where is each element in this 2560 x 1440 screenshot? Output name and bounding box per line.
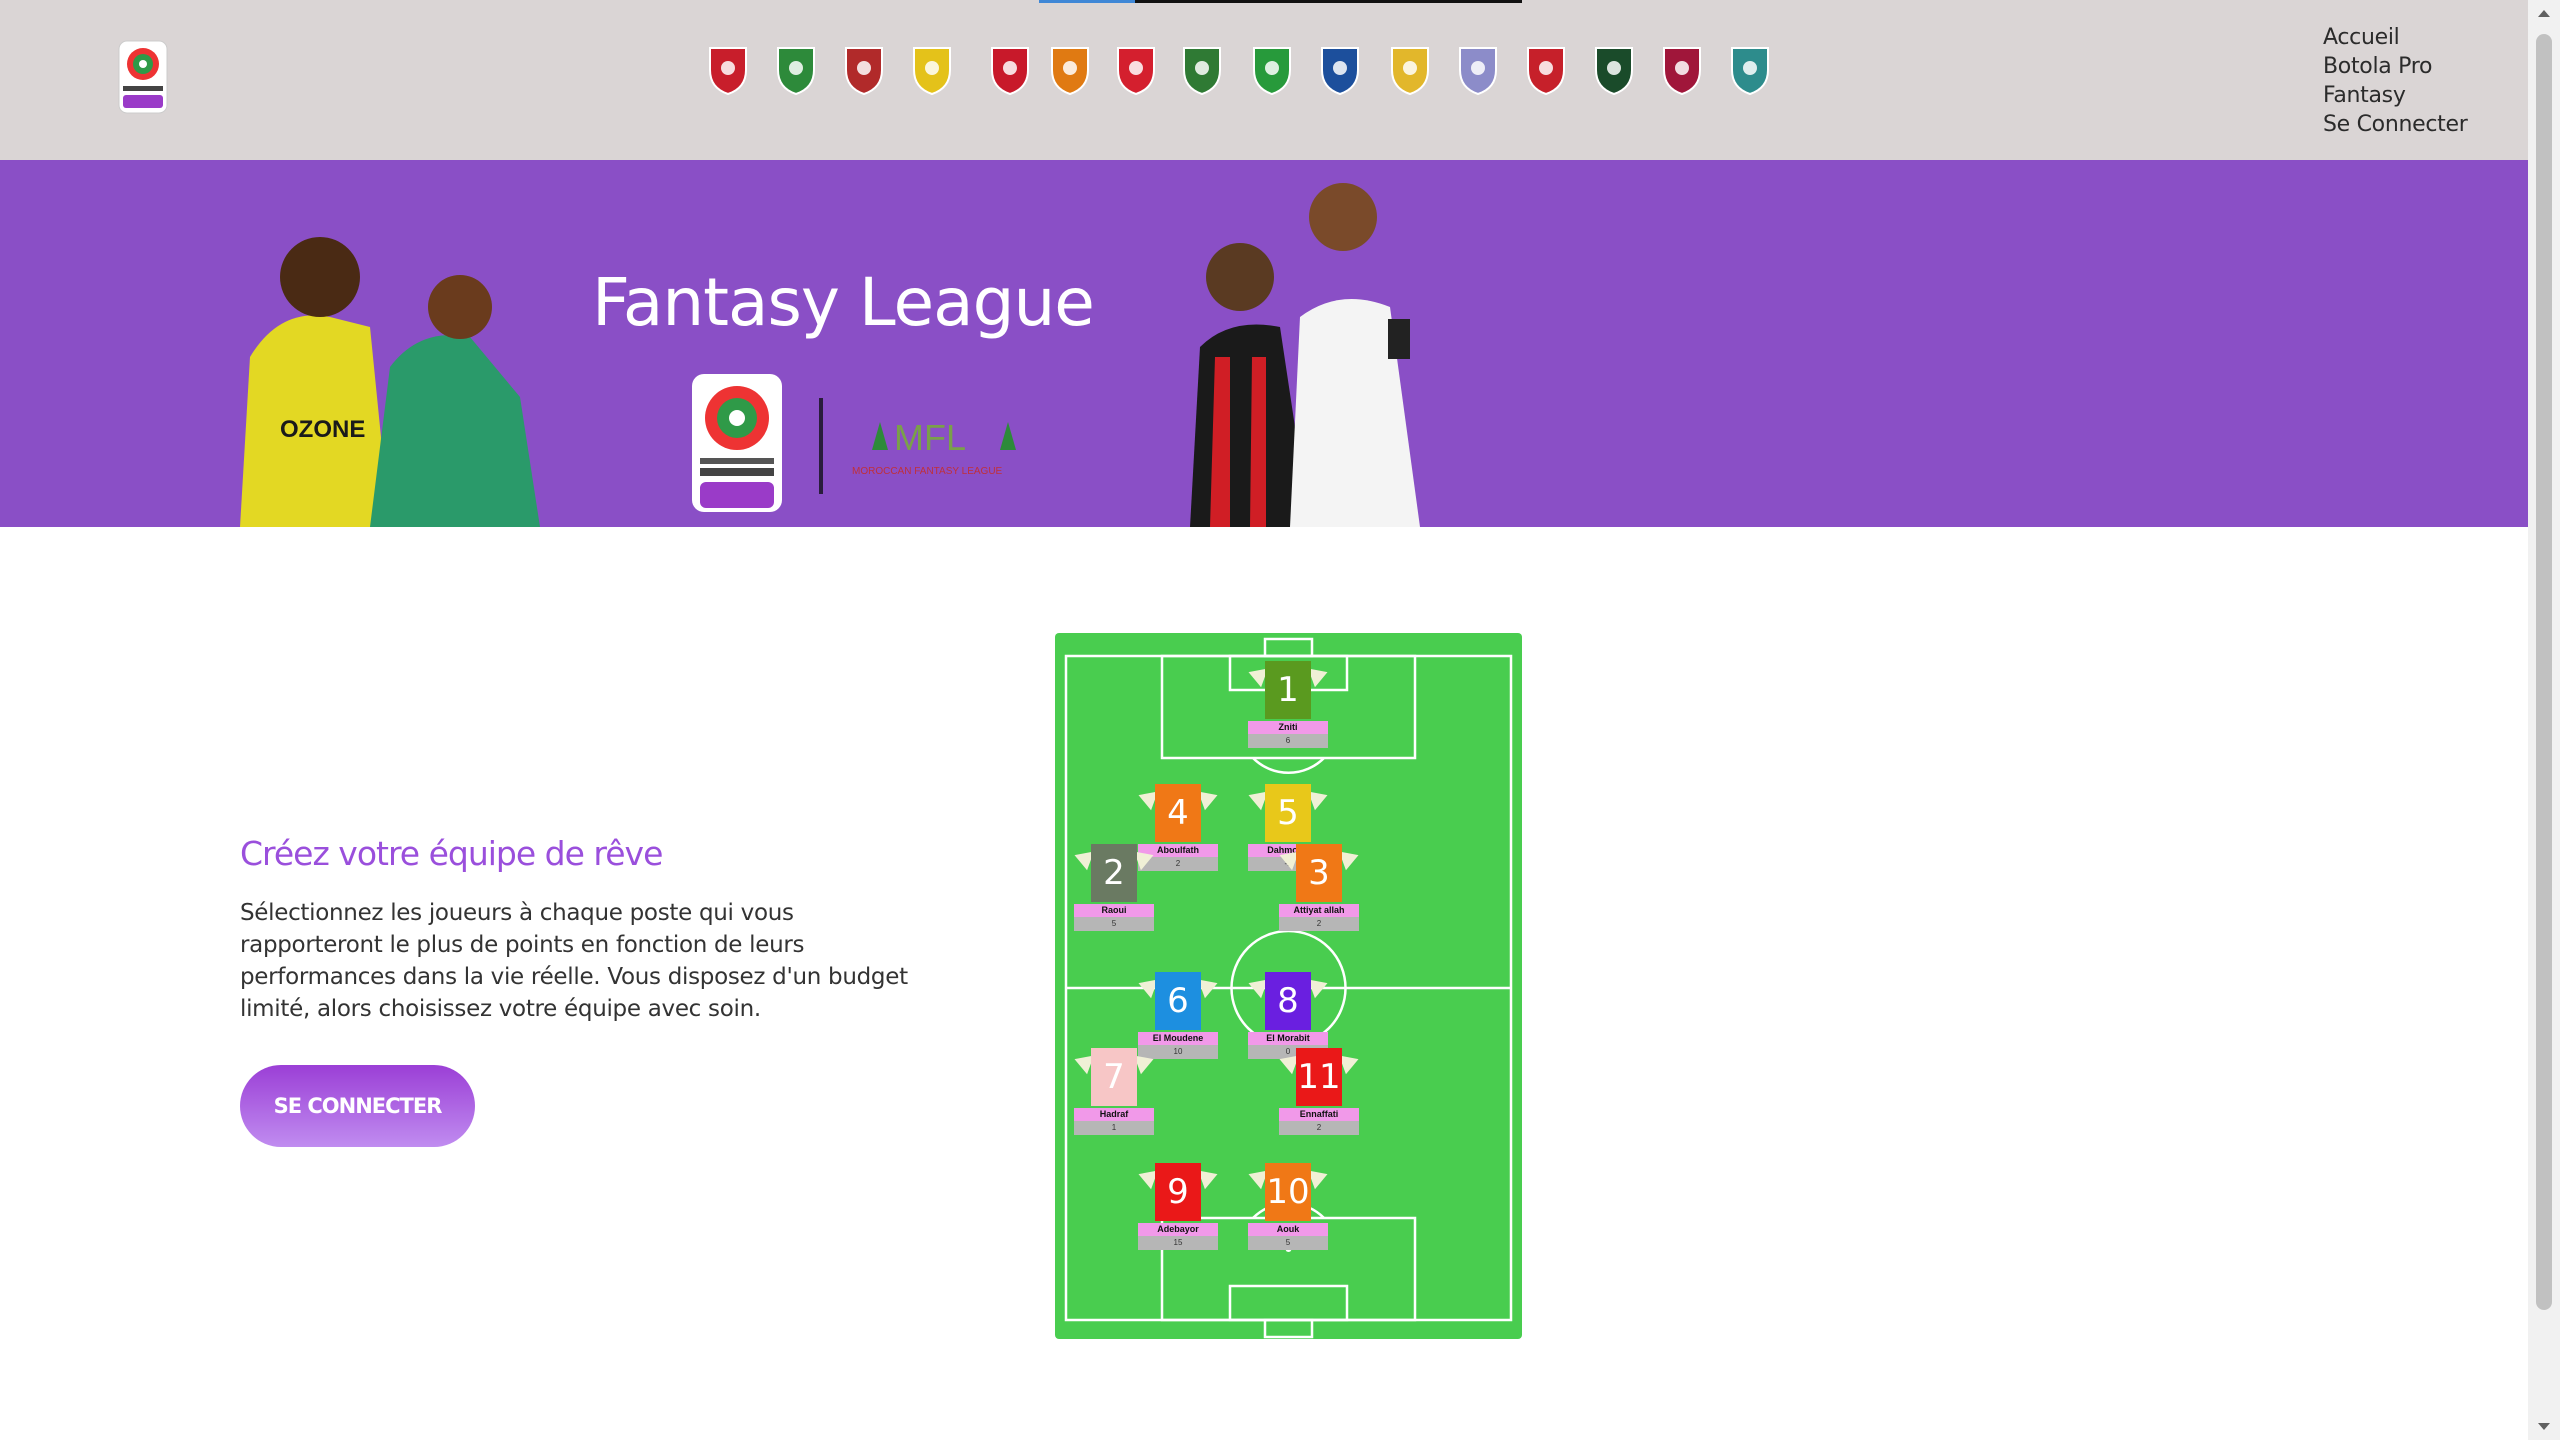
- hero-divider: [819, 398, 823, 494]
- svg-text:OZONE: OZONE: [280, 416, 365, 443]
- hero-title: Fantasy League: [592, 264, 1095, 341]
- jersey-icon[interactable]: 5: [1244, 784, 1332, 842]
- mfl-logo-text: MFL: [894, 417, 966, 458]
- player-points: 15: [1138, 1236, 1218, 1250]
- jersey-icon[interactable]: 3: [1275, 844, 1363, 902]
- scroll-down-icon[interactable]: [2538, 1423, 2550, 1430]
- jersey-number: 2: [1091, 844, 1137, 902]
- nav-se-connecter[interactable]: Se Connecter: [2323, 110, 2468, 139]
- hero-banner: OZONE Fantasy League MFL MOROCCAN FANTAS…: [0, 160, 2528, 527]
- player-name: Zniti: [1248, 721, 1328, 734]
- jersey-icon[interactable]: 4: [1134, 784, 1222, 842]
- main-nav: Accueil Botola Pro Fantasy Se Connecter: [2323, 23, 2468, 139]
- jersey-icon[interactable]: 11: [1275, 1048, 1363, 1106]
- raja-crest-icon[interactable]: [774, 44, 818, 96]
- player-name: Attiyat allah: [1279, 904, 1359, 917]
- section-subtitle: Créez votre équipe de rêve: [240, 834, 663, 873]
- player-name: Ennaffati: [1279, 1108, 1359, 1121]
- far-rabat-crest-icon[interactable]: [1180, 44, 1224, 96]
- player-card[interactable]: 3 Attiyat allah 2: [1275, 844, 1363, 931]
- player-card[interactable]: 9 Adebayor 15: [1134, 1163, 1222, 1250]
- jersey-number: 3: [1296, 844, 1342, 902]
- mfl-logo: MFL MOROCCAN FANTASY LEAGUE: [852, 417, 1016, 477]
- olympic-khouribga-crest-icon[interactable]: [1728, 44, 1772, 96]
- player-card[interactable]: 7 Hadraf 1: [1070, 1048, 1158, 1135]
- player-name: Raoui: [1074, 904, 1154, 917]
- player-card[interactable]: 8 El Morabit 0: [1244, 972, 1332, 1059]
- botola-pro-inwi-logo-icon[interactable]: [118, 40, 168, 114]
- player-points: 5: [1074, 917, 1154, 931]
- jss-crest-icon[interactable]: [1592, 44, 1636, 96]
- player-card[interactable]: 10 Aouk 5: [1244, 1163, 1332, 1250]
- jersey-icon[interactable]: 6: [1134, 972, 1222, 1030]
- player-name: Hadraf: [1074, 1108, 1154, 1121]
- chabab-mohammedia-crest-icon[interactable]: [1660, 44, 1704, 96]
- jersey-icon[interactable]: 1: [1244, 661, 1332, 719]
- mfl-logo-subtitle: MOROCCAN FANTASY LEAGUE: [852, 466, 1003, 477]
- player-points: 6: [1248, 734, 1328, 748]
- player-name: El Morabit: [1248, 1032, 1328, 1045]
- jersey-number: 7: [1091, 1048, 1137, 1106]
- jersey-number: 4: [1155, 784, 1201, 842]
- player-card[interactable]: 1 Zniti 6: [1244, 661, 1332, 748]
- player-points: 1: [1074, 1121, 1154, 1135]
- botola-pro-inwi-large-logo-icon: [692, 374, 782, 512]
- nav-accueil[interactable]: Accueil: [2323, 23, 2467, 52]
- jersey-icon[interactable]: 9: [1134, 1163, 1222, 1221]
- wydad-crest-icon[interactable]: [706, 44, 750, 96]
- maghreb-fes-crest-icon[interactable]: [910, 44, 954, 96]
- moghreb-tetouan-crest-icon[interactable]: [1456, 44, 1500, 96]
- player-card[interactable]: 6 El Moudene 10: [1134, 972, 1222, 1059]
- section-description: Sélectionnez les joueurs à chaque poste …: [240, 900, 908, 1022]
- jersey-icon[interactable]: 2: [1070, 844, 1158, 902]
- jersey-number: 8: [1265, 972, 1311, 1030]
- top-progress-indicator: [1039, 0, 1135, 3]
- player-points: 2: [1279, 917, 1359, 931]
- fus-rabat-red-crest-icon[interactable]: [988, 44, 1032, 96]
- jersey-number: 10: [1265, 1163, 1311, 1221]
- jersey-number: 5: [1265, 784, 1311, 842]
- nav-botola-pro[interactable]: Botola Pro: [2323, 52, 2467, 81]
- hassania-agadir-crest-icon[interactable]: [1524, 44, 1568, 96]
- renaissance-berkane-crest-icon[interactable]: [1048, 44, 1092, 96]
- jersey-number: 6: [1155, 972, 1201, 1030]
- top-header: Accueil Botola Pro Fantasy Se Connecter: [0, 0, 2528, 160]
- player-name: El Moudene: [1138, 1032, 1218, 1045]
- jersey-icon[interactable]: 8: [1244, 972, 1332, 1030]
- player-name: Adebayor: [1138, 1223, 1218, 1236]
- page-scrollbar[interactable]: [2528, 0, 2560, 1440]
- player-card[interactable]: 2 Raoui 5: [1070, 844, 1158, 931]
- player-points: 2: [1279, 1121, 1359, 1135]
- scroll-up-icon[interactable]: [2538, 10, 2550, 17]
- olympique-safi-crest-icon[interactable]: [842, 44, 886, 96]
- player-points: 5: [1248, 1236, 1328, 1250]
- scrollbar-thumb[interactable]: [2536, 34, 2552, 1310]
- player-name: Aouk: [1248, 1223, 1328, 1236]
- nav-fantasy[interactable]: Fantasy: [2323, 81, 2467, 110]
- player-card[interactable]: 11 Ennaffati 2: [1275, 1048, 1363, 1135]
- jersey-number: 9: [1155, 1163, 1201, 1221]
- jersey-number: 1: [1265, 661, 1311, 719]
- player-photo-red-white: [1190, 183, 1420, 527]
- se-connecter-button[interactable]: SE CONNECTER: [240, 1065, 475, 1147]
- fus-crest-icon[interactable]: [1114, 44, 1158, 96]
- jersey-number: 11: [1296, 1048, 1342, 1106]
- dhj-crest-icon[interactable]: [1388, 44, 1432, 96]
- player-photo-yellow-green: OZONE: [240, 237, 540, 527]
- jersey-icon[interactable]: 7: [1070, 1048, 1158, 1106]
- fantasy-pitch: 1 Zniti 6 4 Aboulfath 2 5 Dahmoun -1 2 Raoui 5 3 Atti…: [1055, 633, 1522, 1339]
- irt-crest-icon[interactable]: [1318, 44, 1362, 96]
- jersey-icon[interactable]: 10: [1244, 1163, 1332, 1221]
- rca-star-crest-icon[interactable]: [1250, 44, 1294, 96]
